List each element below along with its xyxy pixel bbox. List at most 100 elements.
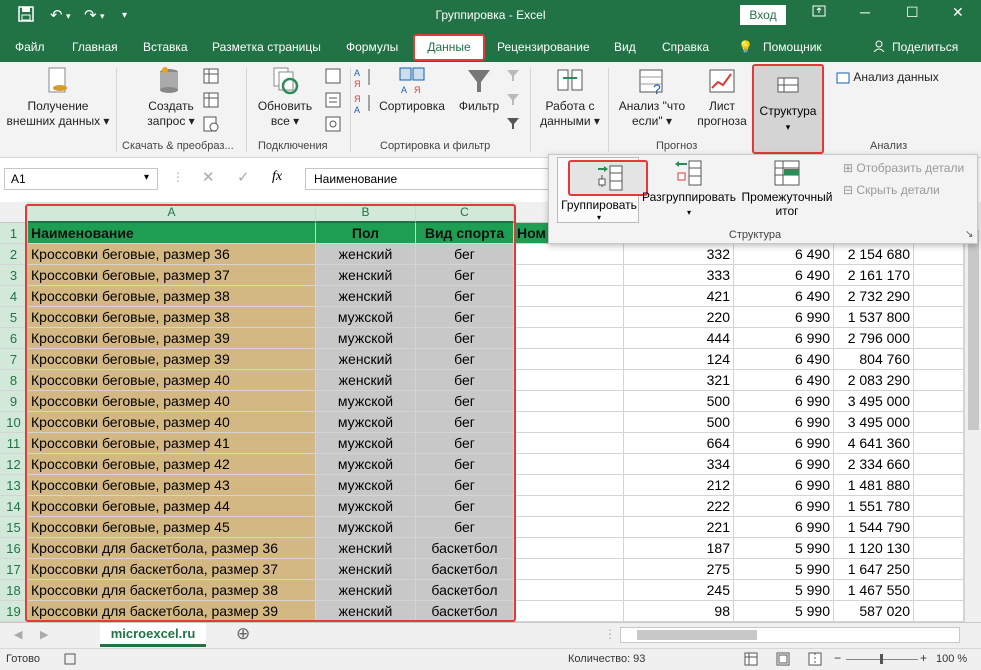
cell-gender[interactable]: мужской [316,328,416,349]
filter-button[interactable]: Фильтр [456,66,502,114]
cell-quantity[interactable]: 245 [624,580,734,601]
cell-quantity[interactable]: 664 [624,433,734,454]
cell-name[interactable]: Кроссовки для баскетбола, размер 37 [28,559,316,580]
cell-sport[interactable]: бег [416,286,514,307]
cell-empty[interactable] [914,370,964,391]
cell-quantity[interactable]: 222 [624,496,734,517]
cell-empty[interactable] [514,496,624,517]
sort-az-icon[interactable]: AЯ [352,66,376,92]
row-header[interactable]: 7 [0,349,28,370]
next-sheet-icon[interactable]: ▶ [40,628,48,641]
cell-name[interactable]: Кроссовки беговые, размер 39 [28,349,316,370]
show-detail-button[interactable]: ⊞ Отобразить детали [843,161,964,175]
cell-sport[interactable]: бег [416,517,514,538]
cell-price[interactable]: 6 990 [734,433,834,454]
cell-name[interactable]: Кроссовки для баскетбола, размер 36 [28,538,316,559]
cell-gender[interactable]: женский [316,580,416,601]
cell-sport[interactable]: бег [416,328,514,349]
cell-gender[interactable]: мужской [316,517,416,538]
cell-gender[interactable]: женский [316,538,416,559]
cell-quantity[interactable]: 124 [624,349,734,370]
cell-total[interactable]: 2 796 000 [834,328,914,349]
show-queries-icon[interactable] [200,68,222,88]
page-break-view-icon[interactable] [808,652,822,669]
cell-name[interactable]: Кроссовки для баскетбола, размер 39 [28,601,316,622]
cell-price[interactable]: 6 990 [734,475,834,496]
cell-gender[interactable]: мужской [316,391,416,412]
sheet-tab-microexcel[interactable]: microexcel.ru [100,623,206,647]
add-sheet-icon[interactable]: ⊕ [236,624,250,644]
structure-settings-icon[interactable]: ↘ [965,229,973,240]
cell-empty[interactable] [514,286,624,307]
cell-name[interactable]: Кроссовки беговые, размер 38 [28,286,316,307]
cell-gender[interactable]: мужской [316,496,416,517]
tab-insert[interactable]: Вставка [143,40,188,54]
header-cell-name[interactable]: Наименование [28,223,316,244]
cell-empty[interactable] [914,349,964,370]
edit-links-icon[interactable] [322,116,344,136]
cell-quantity[interactable]: 500 [624,391,734,412]
row-header[interactable]: 14 [0,496,28,517]
cell-total[interactable]: 4 641 360 [834,433,914,454]
cell-total[interactable]: 587 020 [834,601,914,622]
cell-price[interactable]: 6 990 [734,454,834,475]
cell-empty[interactable] [514,412,624,433]
cell-empty[interactable] [514,307,624,328]
tab-split-icon[interactable]: ⋮ [604,627,616,641]
cell-total[interactable]: 1 647 250 [834,559,914,580]
cell-name[interactable]: Кроссовки беговые, размер 37 [28,265,316,286]
cell-name[interactable]: Кроссовки беговые, размер 40 [28,391,316,412]
tab-file[interactable]: Файл [15,40,45,54]
cell-total[interactable]: 1 544 790 [834,517,914,538]
cell-total[interactable]: 1 120 130 [834,538,914,559]
cell-empty[interactable] [514,601,624,622]
cell-gender[interactable]: женский [316,559,416,580]
cell-empty[interactable] [914,601,964,622]
cell-empty[interactable] [914,538,964,559]
cell-sport[interactable]: бег [416,349,514,370]
get-external-data-button[interactable]: Получение внешних данных ▾ [4,66,112,129]
cell-gender[interactable]: мужской [316,412,416,433]
header-cell-sport[interactable]: Вид спорта [416,223,514,244]
cell-empty[interactable] [914,265,964,286]
cell-total[interactable]: 1 551 780 [834,496,914,517]
share-button[interactable]: Поделиться [892,40,958,54]
cell-quantity[interactable]: 275 [624,559,734,580]
cell-quantity[interactable]: 212 [624,475,734,496]
zoom-out-icon[interactable]: − [834,651,841,665]
cell-empty[interactable] [514,475,624,496]
cell-price[interactable]: 6 490 [734,265,834,286]
minimize-button[interactable]: ─ [860,4,870,20]
cell-quantity[interactable]: 334 [624,454,734,475]
cell-sport[interactable]: бег [416,412,514,433]
cell-empty[interactable] [914,307,964,328]
row-header[interactable]: 13 [0,475,28,496]
vertical-scroll-thumb[interactable] [968,230,979,430]
cell-empty[interactable] [914,286,964,307]
cell-empty[interactable] [914,496,964,517]
cell-empty[interactable] [914,517,964,538]
page-layout-view-icon[interactable] [776,652,790,669]
row-header[interactable]: 18 [0,580,28,601]
cell-price[interactable]: 5 990 [734,601,834,622]
cell-price[interactable]: 6 990 [734,391,834,412]
name-box-dropdown-icon[interactable]: ▾ [144,172,149,183]
cell-price[interactable]: 6 990 [734,496,834,517]
cell-gender[interactable]: женский [316,370,416,391]
cell-empty[interactable] [914,475,964,496]
cell-name[interactable]: Кроссовки беговые, размер 40 [28,370,316,391]
cell-price[interactable]: 6 490 [734,286,834,307]
prev-sheet-icon[interactable]: ◀ [14,628,22,641]
cell-total[interactable]: 2 334 660 [834,454,914,475]
close-button[interactable]: ✕ [952,4,964,21]
cell-sport[interactable]: баскетбол [416,580,514,601]
cell-empty[interactable] [914,433,964,454]
cell-empty[interactable] [514,391,624,412]
advanced-filter-icon[interactable] [504,116,522,134]
data-analysis-button[interactable]: Анализ данных [836,70,976,85]
cell-quantity[interactable]: 220 [624,307,734,328]
cell-empty[interactable] [514,454,624,475]
cell-name[interactable]: Кроссовки беговые, размер 40 [28,412,316,433]
cell-sport[interactable]: бег [416,433,514,454]
row-header[interactable]: 6 [0,328,28,349]
